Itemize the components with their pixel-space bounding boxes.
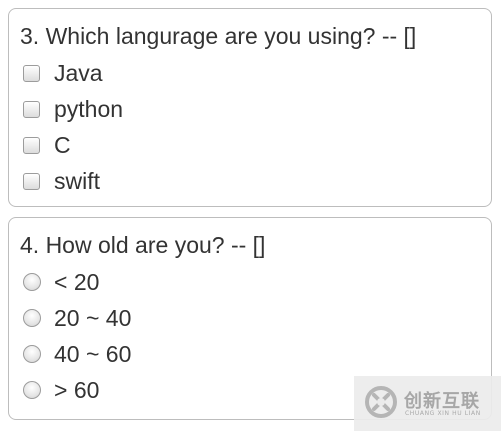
under-20-radio[interactable] — [23, 273, 41, 291]
option-label[interactable]: Java — [54, 59, 103, 87]
option-label[interactable]: C — [54, 131, 71, 159]
swift-checkbox[interactable] — [23, 172, 40, 190]
option-label[interactable]: swift — [54, 167, 100, 195]
option-label[interactable]: 40 ~ 60 — [54, 340, 131, 368]
over-60-radio[interactable] — [23, 381, 41, 399]
option-swift[interactable]: swift — [23, 167, 100, 195]
option-label[interactable]: 20 ~ 40 — [54, 304, 131, 332]
question-4-title: 4. How old are you? -- [] — [20, 232, 266, 258]
question-card-3: 3. Which langurage are you using? -- [] … — [8, 8, 492, 207]
c-checkbox[interactable] — [23, 136, 40, 154]
40-60-radio[interactable] — [23, 345, 41, 363]
option-over-60[interactable]: > 60 — [23, 376, 99, 404]
option-label[interactable]: python — [54, 95, 123, 123]
option-c[interactable]: C — [23, 131, 71, 159]
python-checkbox[interactable] — [23, 100, 40, 118]
option-label[interactable]: < 20 — [54, 268, 99, 296]
option-40-60[interactable]: 40 ~ 60 — [23, 340, 131, 368]
option-java[interactable]: Java — [23, 59, 103, 87]
option-label[interactable]: > 60 — [54, 376, 99, 404]
java-checkbox[interactable] — [23, 64, 40, 82]
option-python[interactable]: python — [23, 95, 123, 123]
watermark: 创新互联 CHUANG XIN HU LIAN — [354, 376, 501, 431]
option-20-40[interactable]: 20 ~ 40 — [23, 304, 131, 332]
brand-logo-icon — [365, 386, 397, 418]
20-40-radio[interactable] — [23, 309, 41, 327]
question-3-title: 3. Which langurage are you using? -- [] — [20, 23, 417, 49]
watermark-subtitle: CHUANG XIN HU LIAN — [405, 410, 481, 417]
option-under-20[interactable]: < 20 — [23, 268, 99, 296]
